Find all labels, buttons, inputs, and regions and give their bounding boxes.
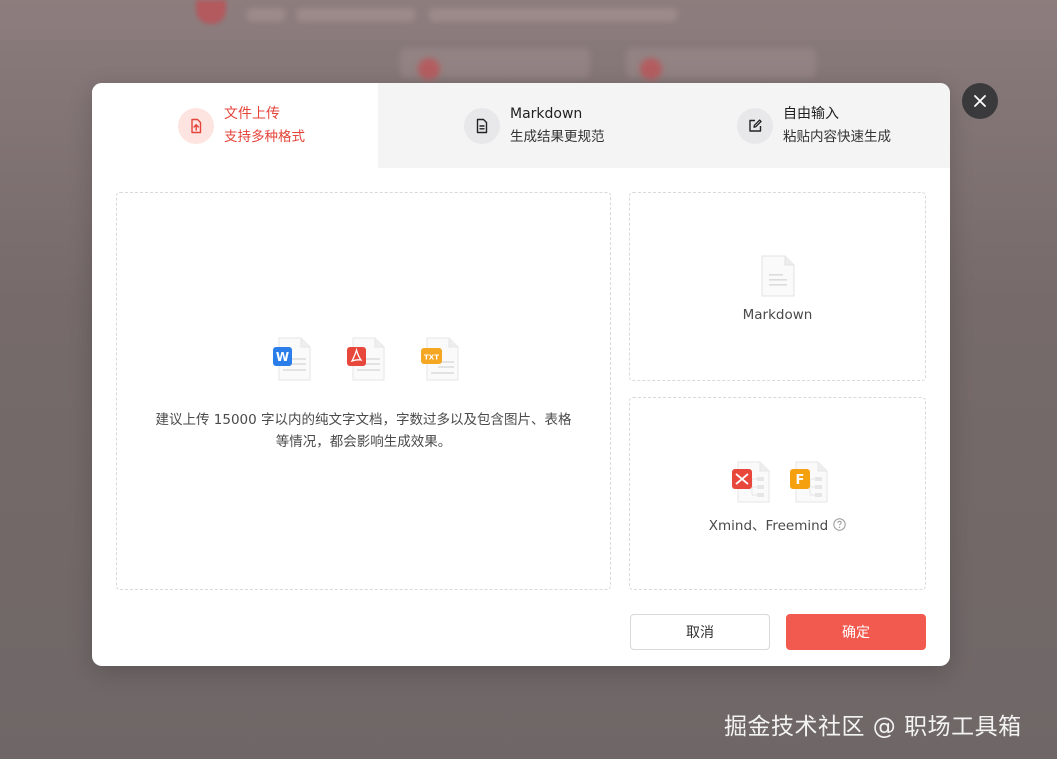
tab-subtitle: 支持多种格式 [224,129,305,145]
help-icon[interactable] [833,517,846,531]
mindmap-import-card[interactable]: F Xmind、Freemind [629,397,926,590]
xmind-file-icon [731,461,769,503]
svg-text:W: W [275,350,288,364]
mindmap-card-label: Xmind、Freemind [708,518,829,534]
import-dialog: 文件上传 支持多种格式 Markdown 生成结果更规范 自由输入 粘贴内容快速… [92,83,950,666]
pdf-file-icon [346,337,384,381]
upload-hint-line: 建议上传 15000 字以内的纯文字文档，字数过多以及包含图片、表格 [155,412,572,428]
markdown-import-card[interactable]: Markdown [629,192,926,381]
document-icon [464,107,500,144]
background-dot [418,58,440,80]
tab-title: 自由输入 [783,106,839,122]
watermark-text: 掘金技术社区 @ 职场工具箱 [724,714,1022,740]
tab-subtitle: 粘贴内容快速生成 [783,129,891,145]
upload-hint-line: 等情况，都会影响生成效果。 [275,434,452,450]
cancel-button[interactable]: 取消 [630,614,770,650]
background-bar [428,8,678,22]
background-bar [296,8,416,22]
tab-title: 文件上传 [224,106,280,122]
background-bar [246,8,286,22]
tab-markdown[interactable]: Markdown 生成结果更规范 [378,83,657,168]
tab-title: Markdown [510,106,583,122]
background-dot [640,58,662,80]
tab-file-upload[interactable]: 文件上传 支持多种格式 [92,83,378,168]
freemind-file-icon: F [789,461,827,503]
markdown-card-label: Markdown [742,307,813,323]
txt-file-icon: TXT [420,337,458,381]
close-icon [974,95,986,107]
tab-free-input[interactable]: 自由输入 粘贴内容快速生成 [657,83,950,168]
edit-icon [737,107,773,144]
file-drop-zone[interactable]: W TXT 建议上传 15000 字以内的纯文字文档，字数过多以及包含图片、表格… [116,192,611,590]
mindmap-file-types: F [630,460,925,504]
supported-file-types: W TXT [117,336,610,382]
confirm-button[interactable]: 确定 [786,614,926,650]
tab-subtitle: 生成结果更规范 [510,129,605,145]
markdown-file-icon [761,255,795,297]
word-file-icon: W [272,337,310,381]
svg-text:TXT: TXT [424,354,439,362]
upload-hint: 建议上传 15000 字以内的纯文字文档，字数过多以及包含图片、表格 等情况，都… [117,409,610,453]
tab-bar: 文件上传 支持多种格式 Markdown 生成结果更规范 自由输入 粘贴内容快速… [92,83,950,168]
close-button[interactable] [962,83,998,119]
mindmap-card-label-row: Xmind、Freemind [630,514,925,534]
file-upload-icon [178,107,214,144]
svg-text:F: F [795,473,804,488]
